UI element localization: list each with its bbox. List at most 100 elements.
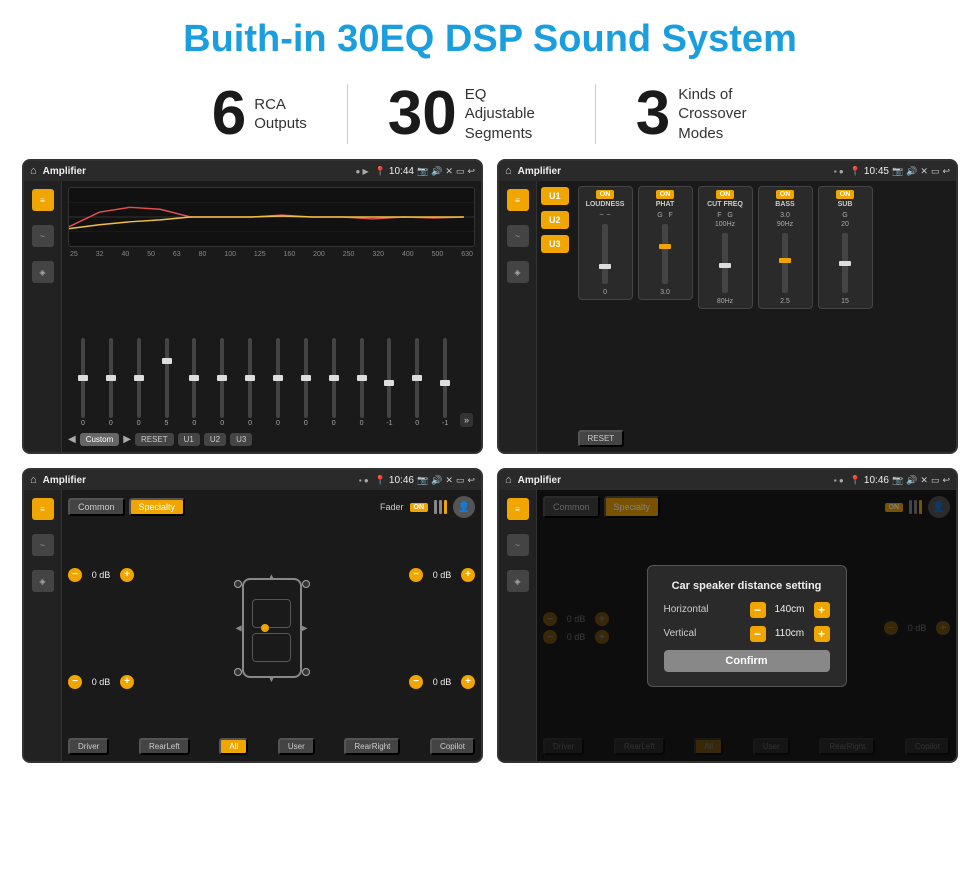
cx-sub-slider[interactable] [842, 233, 848, 293]
dist-home-icon[interactable]: ⌂ [505, 474, 512, 486]
fader-db-val-2: 0 dB [86, 677, 116, 687]
eq-custom-btn[interactable]: Custom [80, 433, 120, 446]
speaker-bl[interactable] [234, 668, 242, 676]
fader-rearright-btn[interactable]: RearRight [344, 738, 400, 755]
dist-x-icon[interactable]: ✕ [920, 475, 928, 486]
eq-slider-5: 0 [181, 338, 207, 427]
fader-minus-4[interactable]: − [409, 675, 423, 689]
cx-loudness-on[interactable]: ON [596, 190, 615, 199]
fader-minus-1[interactable]: − [68, 568, 82, 582]
cx-loudness-module: ON LOUDNESS ~ ~ 0 [578, 186, 633, 300]
dist-dot: ▪ ● [834, 476, 844, 485]
eq-u3-btn[interactable]: U3 [230, 433, 252, 446]
fader-plus-2[interactable]: + [120, 675, 134, 689]
cx-cutfreq-slider[interactable] [722, 233, 728, 293]
fader-specialty-tab[interactable]: Specialty [129, 498, 186, 516]
fader-icon-2[interactable]: ~ [32, 534, 54, 556]
cx-x-icon[interactable]: ✕ [920, 166, 928, 177]
fader-x-icon[interactable]: ✕ [445, 475, 453, 486]
modal-vertical-row: Vertical − 110cm + [664, 626, 830, 642]
eq-next-icon[interactable]: ▶ [123, 434, 131, 445]
eq-home-icon[interactable]: ⌂ [30, 165, 37, 177]
eq-icon-1[interactable]: ≡ [32, 189, 54, 211]
stat-eq: 30 EQ AdjustableSegments [348, 83, 595, 145]
modal-vertical-plus[interactable]: + [814, 626, 830, 642]
cx-back-icon[interactable]: ↩ [942, 166, 950, 177]
fader-plus-3[interactable]: + [461, 568, 475, 582]
dist-title: Amplifier [518, 475, 828, 486]
cx-modules-row: ON LOUDNESS ~ ~ 0 ON PHAT [578, 186, 951, 309]
eq-title: Amplifier [43, 166, 350, 177]
dist-icon-1[interactable]: ≡ [507, 498, 529, 520]
fader-icon-3[interactable]: ◈ [32, 570, 54, 592]
fader-dot: ▪ ● [359, 476, 369, 485]
fader-user-btn[interactable]: User [278, 738, 315, 755]
eq-u2-btn[interactable]: U2 [204, 433, 226, 446]
cx-icon-2[interactable]: ~ [507, 225, 529, 247]
speaker-tl[interactable] [234, 580, 242, 588]
car-front-seat [252, 599, 291, 628]
fader-status-bar: ⌂ Amplifier ▪ ● 📍 10:46 📷 🔊 ✕ ▭ ↩ [24, 470, 481, 490]
cx-loudness-slider[interactable] [602, 224, 608, 284]
fader-minus-2[interactable]: − [68, 675, 82, 689]
cx-u1-btn[interactable]: U1 [541, 187, 569, 205]
fader-common-tab[interactable]: Common [68, 498, 125, 516]
fader-on-badge[interactable]: ON [410, 503, 429, 512]
cx-icon-3[interactable]: ◈ [507, 261, 529, 283]
fader-person-icon[interactable]: 👤 [453, 496, 475, 518]
speaker-tr[interactable] [302, 580, 310, 588]
cx-icon-1[interactable]: ≡ [507, 189, 529, 211]
fader-icon-1[interactable]: ≡ [32, 498, 54, 520]
dist-back-icon[interactable]: ↩ [942, 475, 950, 486]
fader-plus-4[interactable]: + [461, 675, 475, 689]
eq-reset-btn[interactable]: RESET [135, 433, 174, 446]
cx-phat-slider[interactable] [662, 224, 668, 284]
cx-u2-btn[interactable]: U2 [541, 211, 569, 229]
eq-icon-3[interactable]: ◈ [32, 261, 54, 283]
eq-prev-icon[interactable]: ◀ [68, 434, 76, 445]
cx-reset-btn[interactable]: RESET [578, 430, 625, 447]
eq-slider-1: 0 [70, 338, 96, 427]
eq-slider-12: -1 [376, 338, 402, 427]
fader-plus-1[interactable]: + [120, 568, 134, 582]
fader-back-icon[interactable]: ↩ [467, 475, 475, 486]
eq-slider-2: 0 [98, 338, 124, 427]
fader-rearleft-btn[interactable]: RearLeft [139, 738, 190, 755]
modal-vertical-minus[interactable]: − [750, 626, 766, 642]
fader-minus-3[interactable]: − [409, 568, 423, 582]
cx-phat-on[interactable]: ON [656, 190, 675, 199]
cx-bass-slider[interactable] [782, 233, 788, 293]
fader-home-icon[interactable]: ⌂ [30, 474, 37, 486]
fader-car-layout: ▲ ▼ ◀ ▶ [232, 568, 312, 688]
eq-x-icon[interactable]: ✕ [445, 166, 453, 177]
fader-db-val-3: 0 dB [427, 570, 457, 580]
arrow-down: ▼ [268, 675, 276, 684]
modal-horizontal-minus[interactable]: − [750, 602, 766, 618]
cx-bass-on[interactable]: ON [776, 190, 795, 199]
dist-icon-3[interactable]: ◈ [507, 570, 529, 592]
fader-copilot-btn[interactable]: Copilot [430, 738, 475, 755]
cx-sub-on[interactable]: ON [836, 190, 855, 199]
crossover-screen-card: ⌂ Amplifier ▪ ● 📍 10:45 📷 🔊 ✕ ▭ ↩ ≡ ~ ◈ … [497, 159, 958, 454]
eq-icon-2[interactable]: ~ [32, 225, 54, 247]
cx-home-icon[interactable]: ⌂ [505, 165, 512, 177]
fader-all-btn[interactable]: All [219, 738, 248, 755]
dist-icon-2[interactable]: ~ [507, 534, 529, 556]
cx-cutfreq-on[interactable]: ON [716, 190, 735, 199]
eq-u1-btn[interactable]: U1 [178, 433, 200, 446]
speaker-br[interactable] [302, 668, 310, 676]
fader-time: 10:46 [389, 475, 414, 486]
modal-horizontal-value: 140cm [770, 604, 810, 615]
fader-driver-btn[interactable]: Driver [68, 738, 109, 755]
distance-modal-overlay: Car speaker distance setting Horizontal … [537, 490, 956, 761]
modal-horizontal-plus[interactable]: + [814, 602, 830, 618]
arrow-left: ◀ [236, 624, 242, 633]
fader-vol-icon: 🔊 [431, 475, 442, 486]
fader-car-area: ▲ ▼ ◀ ▶ [142, 523, 401, 733]
page-title: Buith-in 30EQ DSP Sound System [0, 0, 980, 71]
cx-u3-btn[interactable]: U3 [541, 235, 569, 253]
modal-confirm-button[interactable]: Confirm [664, 650, 830, 672]
eq-back-icon[interactable]: ↩ [467, 166, 475, 177]
eq-more[interactable]: » [460, 413, 473, 427]
dist-window-icon: ▭ [931, 475, 940, 486]
